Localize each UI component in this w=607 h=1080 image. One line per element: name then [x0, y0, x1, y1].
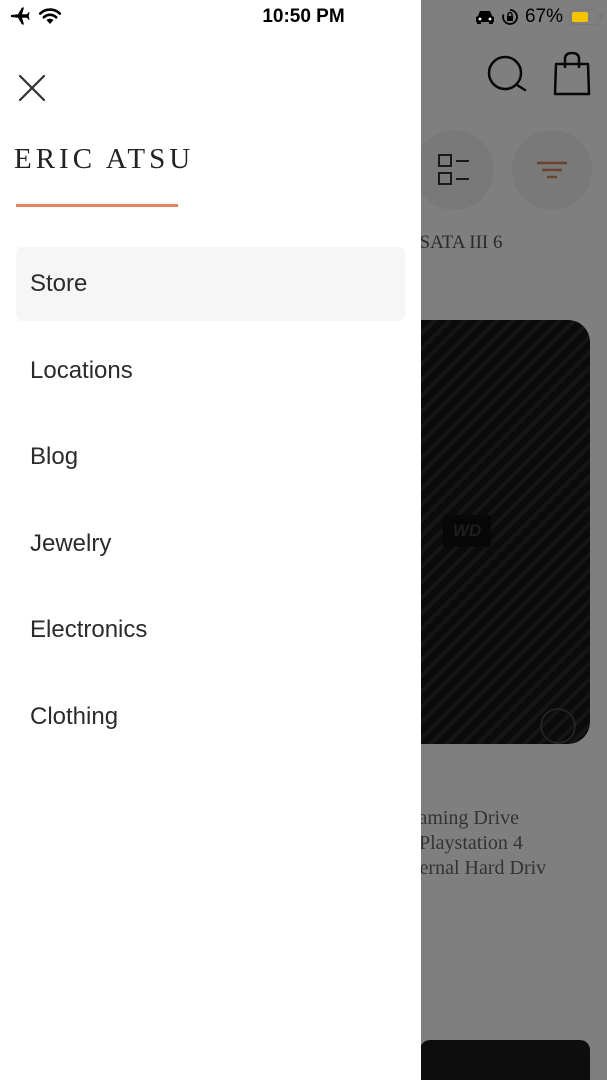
- navigation-drawer: ERIC ATSU Store Locations Blog Jewelry E…: [0, 0, 421, 1080]
- battery-fill: [571, 11, 588, 22]
- battery-icon: [569, 9, 603, 25]
- menu-item-clothing[interactable]: Clothing: [16, 680, 405, 754]
- menu-item-jewelry[interactable]: Jewelry: [16, 507, 405, 581]
- battery-tip: [600, 14, 603, 20]
- orientation-lock-icon: [502, 9, 518, 25]
- menu-item-electronics[interactable]: Electronics: [16, 593, 405, 667]
- drawer-menu: Store Locations Blog Jewelry Electronics…: [16, 247, 405, 767]
- battery-percent: 67%: [524, 6, 563, 27]
- close-icon[interactable]: [14, 70, 50, 106]
- menu-item-store[interactable]: Store: [16, 247, 405, 321]
- menu-item-locations[interactable]: Locations: [16, 334, 405, 408]
- screen: D - SATA III 6 WD ics Gaming Drive n Pla…: [0, 0, 607, 1080]
- menu-item-blog[interactable]: Blog: [16, 420, 405, 494]
- status-bar: 10:50 PM 67%: [0, 0, 607, 34]
- car-icon: [475, 11, 494, 24]
- brand-underline: [16, 204, 178, 207]
- status-right: 67%: [475, 6, 603, 28]
- brand-logo: ERIC ATSU: [14, 143, 195, 175]
